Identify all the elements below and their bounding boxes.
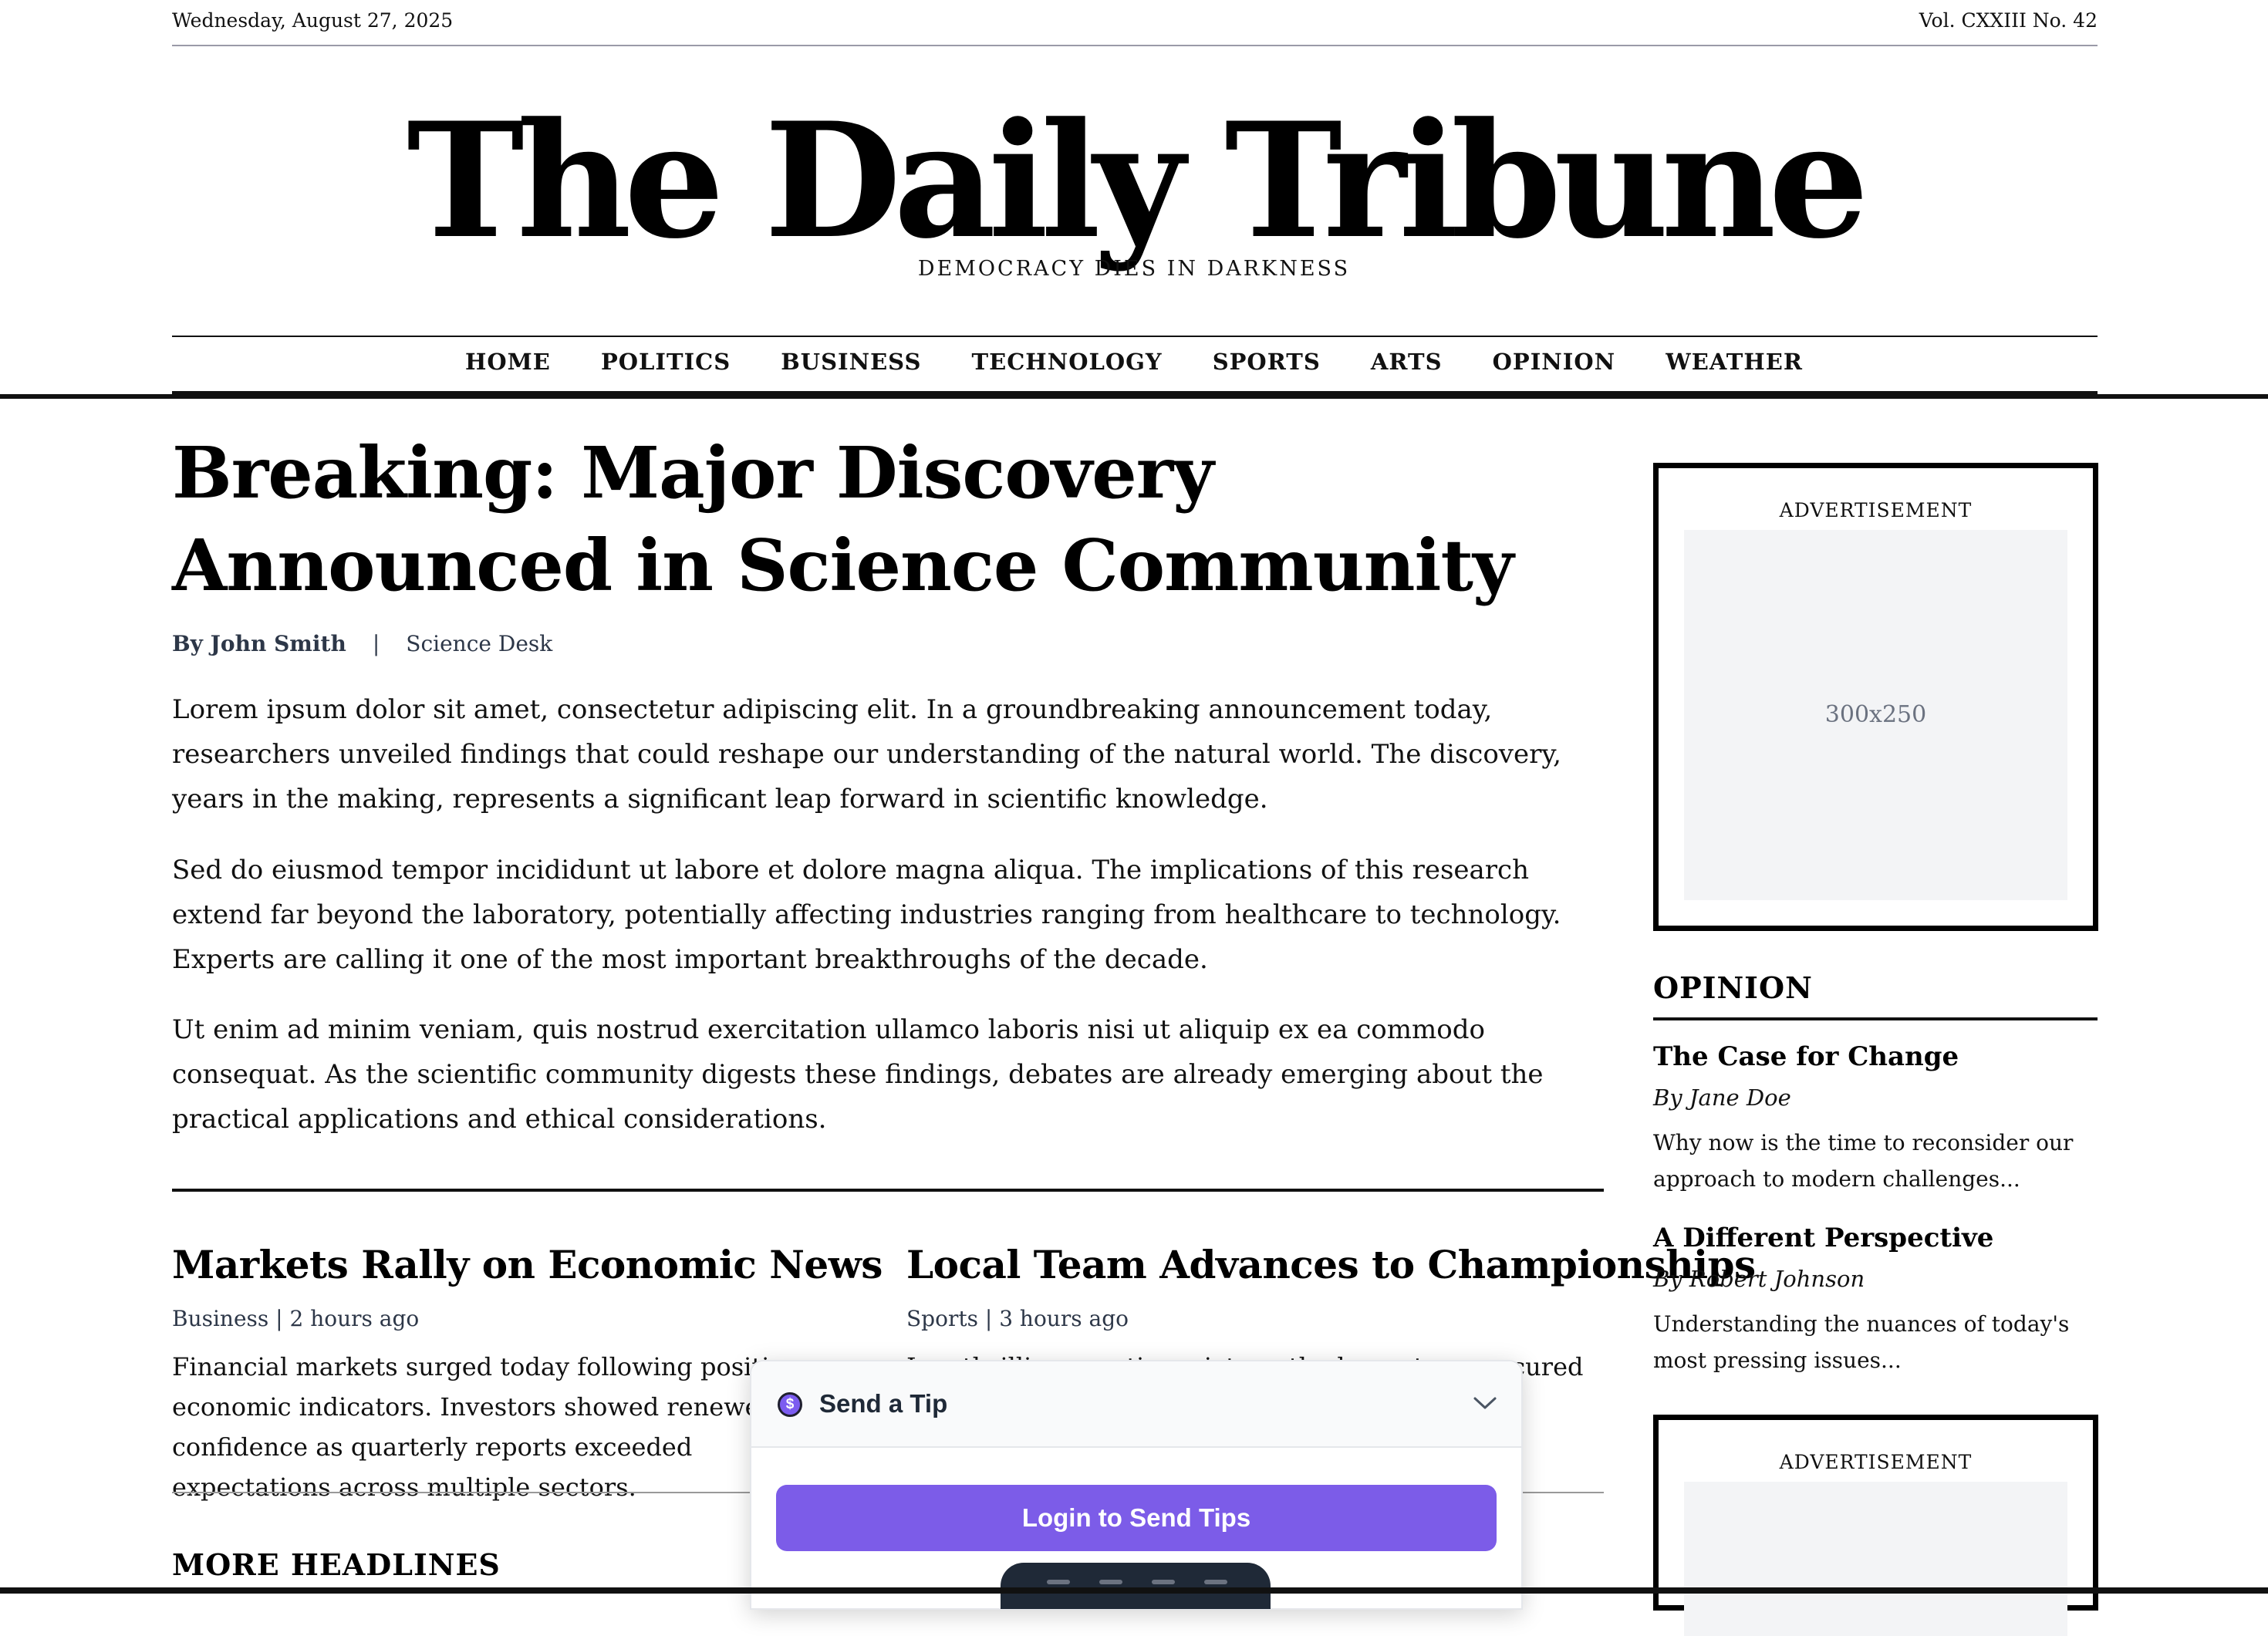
chevron-down-icon[interactable] — [1472, 1395, 1498, 1411]
top-strip: Wednesday, August 27, 2025 Vol. CXXIII N… — [172, 0, 2098, 46]
masthead-title[interactable]: The Daily Tribune — [0, 93, 2268, 270]
edition-date: Wednesday, August 27, 2025 — [172, 9, 454, 32]
story-meta-markets: Business | 2 hours ago — [172, 1306, 420, 1331]
page-bottom-border — [0, 1587, 2268, 1594]
nav-divider-top — [172, 336, 2098, 337]
advertisement-label: ADVERTISEMENT — [1779, 1451, 1973, 1473]
opinion-title[interactable]: The Case for Change — [1653, 1041, 1959, 1072]
send-tip-title: Send a Tip — [819, 1389, 948, 1418]
main-headline[interactable]: Breaking: Major Discovery Announced in S… — [172, 427, 1622, 612]
article-desk[interactable]: Science Desk — [406, 631, 552, 656]
advertisement-box[interactable]: ADVERTISEMENT — [1653, 1415, 2098, 1636]
article-byline: By John Smith | Science Desk — [172, 631, 552, 656]
opinion-title[interactable]: A Different Perspective — [1653, 1223, 1993, 1253]
nav-item-politics[interactable]: POLITICS — [601, 349, 731, 375]
toolbar-icon[interactable] — [1047, 1580, 1070, 1584]
main-nav: HOME POLITICS BUSINESS TECHNOLOGY SPORTS… — [0, 349, 2268, 375]
story-excerpt-markets: Financial markets surged today following… — [172, 1352, 798, 1502]
story-title-local-team[interactable]: Local Team Advances to Championships — [906, 1242, 1756, 1287]
ad-placeholder[interactable]: 300x250 — [1684, 530, 2067, 900]
article-paragraph: Ut enim ad minim veniam, quis nostrud ex… — [172, 1014, 1544, 1135]
nav-item-business[interactable]: BUSINESS — [781, 349, 921, 375]
story-title-markets[interactable]: Markets Rally on Economic News — [172, 1242, 883, 1287]
nav-item-arts[interactable]: ARTS — [1371, 349, 1443, 375]
nav-item-technology[interactable]: TECHNOLOGY — [972, 349, 1163, 375]
section-divider — [172, 1189, 1604, 1192]
more-headlines-heading: MORE HEADLINES — [172, 1547, 501, 1582]
opinion-excerpt: Why now is the time to reconsider our ap… — [1653, 1130, 2074, 1192]
toolbar-icon[interactable] — [1152, 1580, 1175, 1584]
login-to-send-tips-button[interactable]: Login to Send Tips — [776, 1485, 1497, 1551]
coin-icon: $ — [778, 1392, 802, 1417]
ad-placeholder[interactable] — [1684, 1482, 2067, 1636]
nav-item-weather[interactable]: WEATHER — [1666, 349, 1803, 375]
nav-item-opinion[interactable]: OPINION — [1493, 349, 1615, 375]
article-paragraph: Sed do eiusmod tempor incididunt ut labo… — [172, 855, 1561, 975]
volume-number: Vol. CXXIII No. 42 — [1919, 9, 2098, 32]
opinion-author: By Robert Johnson — [1653, 1266, 1865, 1292]
opinion-author: By Jane Doe — [1653, 1084, 1791, 1111]
opinion-excerpt: Understanding the nuances of today's mos… — [1653, 1311, 2070, 1373]
toolbar-icon[interactable] — [1204, 1580, 1227, 1584]
nav-divider-full — [0, 394, 2268, 399]
nav-item-home[interactable]: HOME — [465, 349, 551, 375]
story-meta-local-team: Sports | 3 hours ago — [906, 1306, 1129, 1331]
ad-size-label: 300x250 — [1824, 701, 1927, 728]
toolbar-icon[interactable] — [1099, 1580, 1122, 1584]
advertisement-label: ADVERTISEMENT — [1779, 499, 1973, 521]
advertisement-box[interactable]: ADVERTISEMENT 300x250 — [1653, 463, 2098, 931]
article-paragraph: Lorem ipsum dolor sit amet, consectetur … — [172, 694, 1561, 815]
nav-item-sports[interactable]: SPORTS — [1213, 349, 1321, 375]
opinion-divider — [1653, 1017, 2098, 1020]
floating-toolbar[interactable] — [1001, 1563, 1271, 1609]
masthead-tagline: DEMOCRACY DIES IN DARKNESS — [917, 257, 1351, 281]
byline-separator: | — [372, 631, 380, 656]
article-author[interactable]: By John Smith — [172, 631, 346, 656]
send-tip-header[interactable]: $ Send a Tip — [751, 1361, 1521, 1448]
opinion-heading: OPINION — [1653, 970, 1813, 1005]
